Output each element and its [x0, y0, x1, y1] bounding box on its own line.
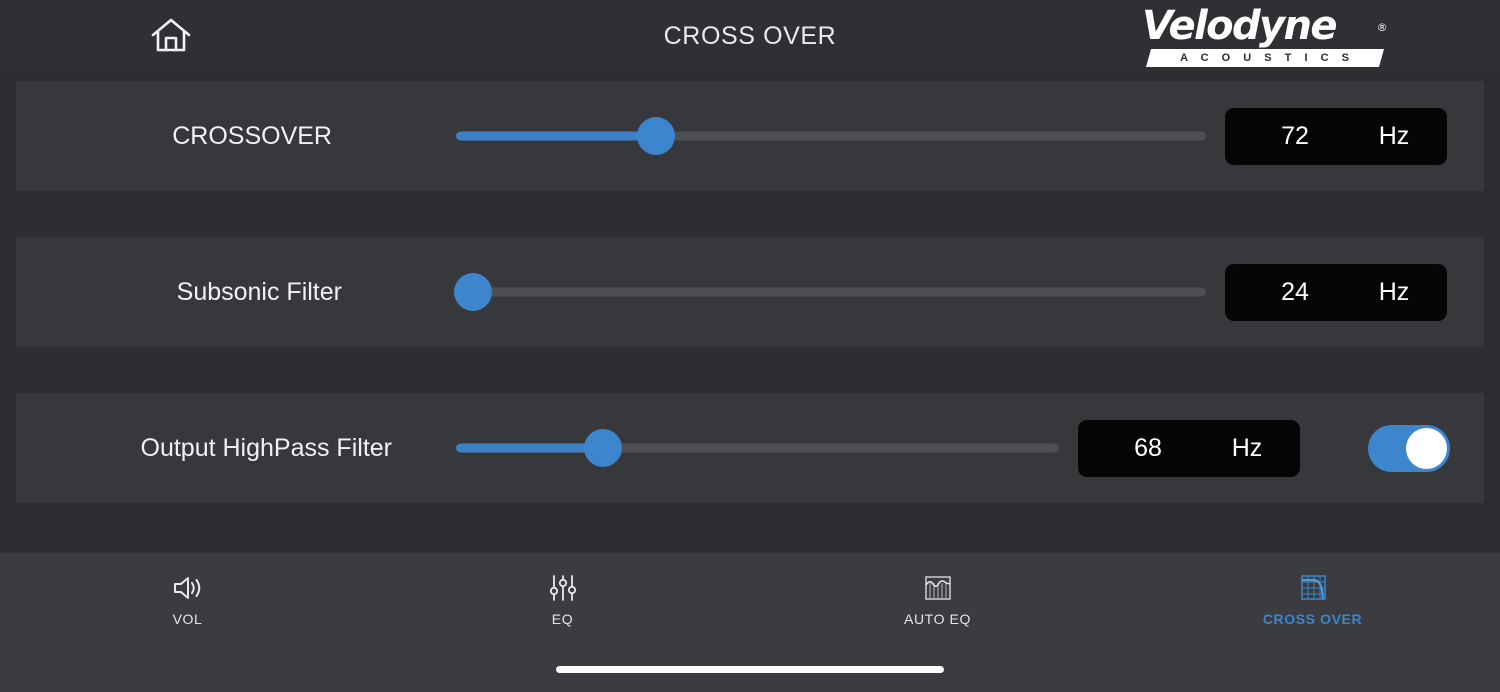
slider-track-fill	[456, 131, 657, 141]
nav-items: VOL EQ AUTO EQ CROSS OVER	[0, 567, 1500, 645]
toggle-knob	[1406, 427, 1447, 469]
auto-eq-graph-icon	[922, 571, 954, 605]
logo-wordmark: Velodyne ®	[1142, 5, 1388, 47]
setting-row-subsonic-filter: Subsonic Filter 24 Hz	[16, 237, 1484, 347]
nav-tab-auto-eq[interactable]: AUTO EQ	[750, 567, 1125, 645]
slider-thumb[interactable]	[584, 429, 623, 467]
setting-row-crossover: CROSSOVER 72 Hz	[16, 81, 1484, 191]
setting-row-output-highpass-filter: Output HighPass Filter 68 Hz	[16, 393, 1484, 503]
nav-tab-cross-over[interactable]: CROSS OVER	[1125, 567, 1500, 645]
crossover-curve-icon	[1297, 571, 1329, 605]
row-label-subsonic-filter: Subsonic Filter	[176, 277, 342, 306]
header-bar: CROSS OVER Velodyne ® A C O U S T I C S	[0, 0, 1500, 72]
value-number: 68	[1134, 433, 1162, 462]
velodyne-logo: Velodyne ® A C O U S T I C S	[1142, 5, 1388, 67]
slider-track[interactable]	[456, 443, 1059, 453]
registered-trademark-icon: ®	[1376, 21, 1388, 34]
row-label-crossover: CROSSOVER	[172, 121, 332, 150]
slider-crossover[interactable]	[456, 113, 1206, 159]
nav-label-cross-over: CROSS OVER	[1262, 611, 1363, 627]
value-number: 24	[1281, 277, 1309, 306]
slider-track-fill	[456, 443, 604, 453]
logo-acoustics-text: A C O U S T I C S	[1180, 52, 1354, 64]
slider-track[interactable]	[456, 287, 1206, 297]
nav-label-eq: EQ	[551, 611, 574, 627]
slider-thumb[interactable]	[453, 273, 492, 311]
toggle-output-highpass-filter[interactable]	[1368, 424, 1450, 472]
home-indicator-bar[interactable]	[556, 666, 944, 673]
equalizer-sliders-icon	[548, 571, 578, 605]
value-box-crossover[interactable]: 72 Hz	[1225, 107, 1447, 165]
value-unit: Hz	[1231, 433, 1263, 462]
slider-thumb[interactable]	[637, 117, 676, 155]
slider-track[interactable]	[456, 131, 1206, 141]
crossover-screen: CROSS OVER Velodyne ® A C O U S T I C S C…	[0, 0, 1500, 692]
nav-tab-eq[interactable]: EQ	[375, 567, 750, 645]
nav-tab-vol[interactable]: VOL	[0, 567, 375, 645]
slider-subsonic-filter[interactable]	[453, 269, 1206, 315]
slider-output-highpass-filter[interactable]	[456, 425, 1059, 471]
value-unit: Hz	[1378, 121, 1410, 150]
row-label-output-highpass-filter: Output HighPass Filter	[140, 433, 393, 462]
bottom-navigation-bar: VOL EQ AUTO EQ CROSS OVER	[0, 552, 1500, 692]
logo-word-text: Velodyne	[1142, 3, 1337, 49]
logo-acoustics-band: A C O U S T I C S	[1146, 49, 1384, 67]
value-unit: Hz	[1378, 277, 1410, 306]
value-box-output-highpass-filter[interactable]: 68 Hz	[1078, 419, 1300, 477]
speaker-volume-icon	[171, 571, 205, 605]
settings-list: CROSSOVER 72 Hz Subsonic Filter 24 Hz Ou…	[0, 72, 1500, 552]
nav-label-auto-eq: AUTO EQ	[904, 611, 971, 627]
value-box-subsonic-filter[interactable]: 24 Hz	[1225, 263, 1447, 321]
nav-label-vol: VOL	[172, 611, 203, 627]
value-number: 72	[1281, 121, 1309, 150]
